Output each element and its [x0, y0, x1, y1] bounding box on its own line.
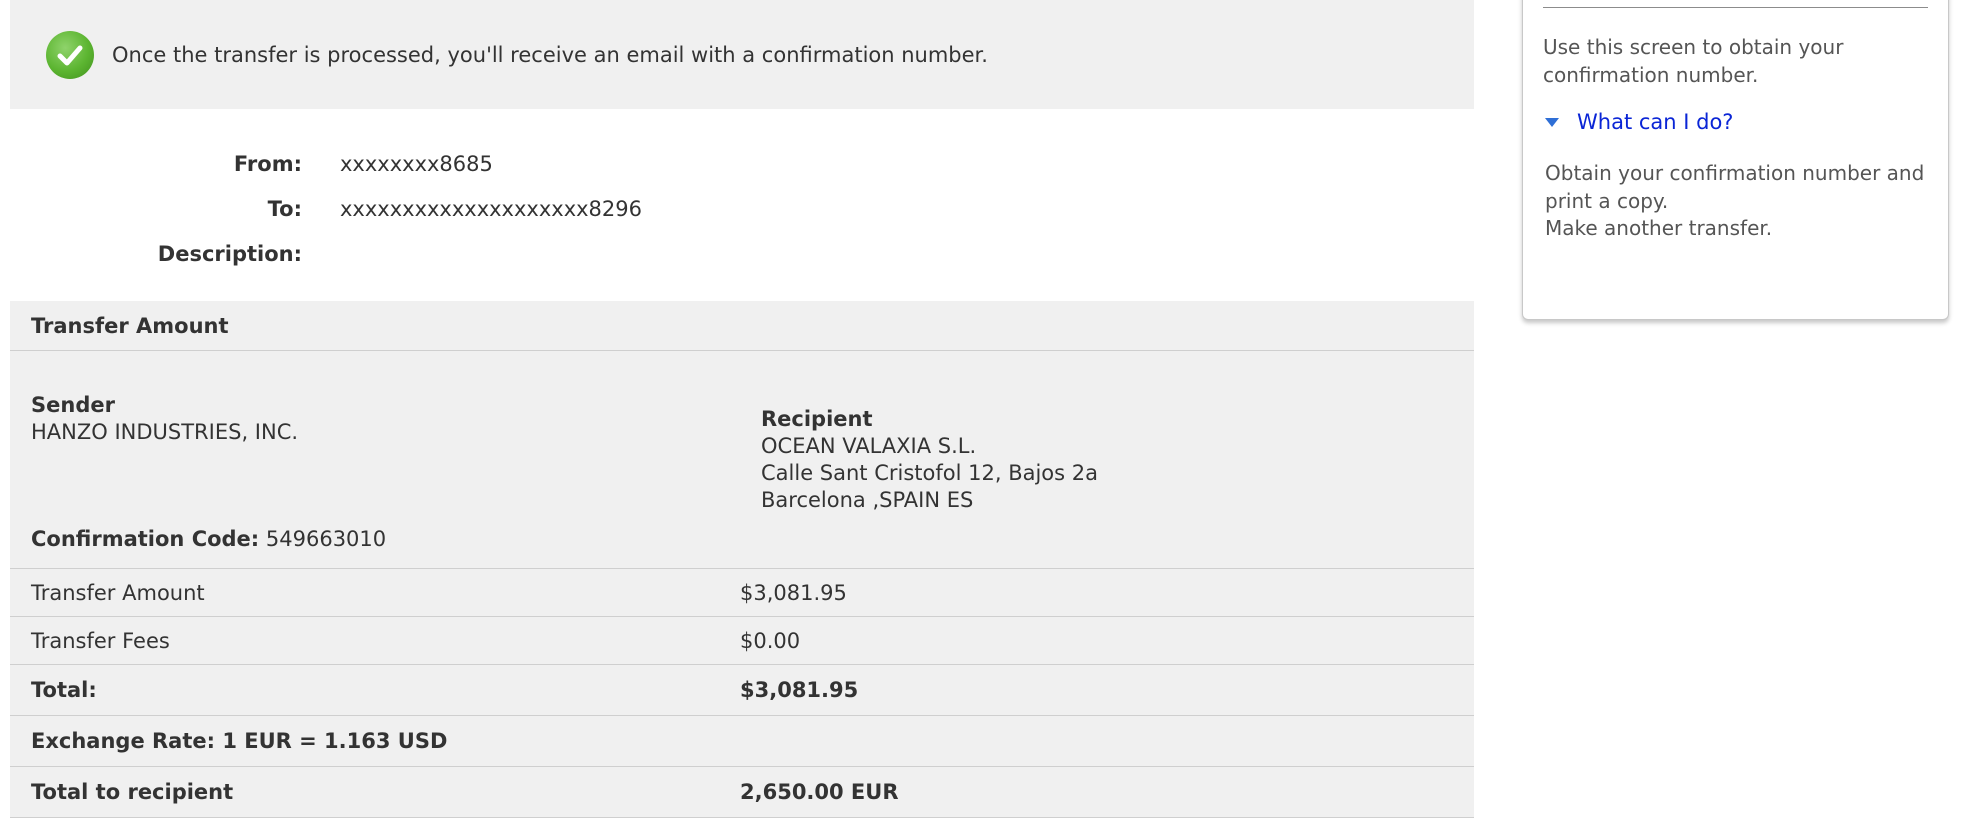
- from-account: xxxxxxxx8685: [340, 151, 493, 176]
- transfer-summary: Transfer Amount Sender HANZO INDUSTRIES,…: [10, 301, 1474, 818]
- description-label: Description:: [157, 241, 302, 266]
- transfer-fees-value: $0.00: [740, 628, 801, 653]
- transfer-fees-label: Transfer Fees: [31, 628, 170, 653]
- exchange-rate-row: Exchange Rate: 1 EUR = 1.163 USD: [10, 716, 1474, 767]
- recipient-address-line1: Calle Sant Cristofol 12, Bajos 2a: [761, 461, 1098, 485]
- transfer-amount-value: $3,081.95: [740, 580, 847, 605]
- help-item-confirmation: Obtain your confirmation number and prin…: [1545, 161, 1925, 213]
- recipient-name: OCEAN VALAXIA S.L.: [761, 434, 977, 458]
- transfer-amount-label: Transfer Amount: [31, 580, 205, 605]
- main-content: Once the transfer is processed, you'll r…: [10, 0, 1474, 818]
- summary-header: Transfer Amount: [10, 301, 1474, 351]
- help-intro: Use this screen to obtain your confirmat…: [1543, 35, 1844, 87]
- total-recipient-row: Total to recipient 2,650.00 EUR: [10, 767, 1474, 818]
- transfer-fields: From: xxxxxxxx8685 To: xxxxxxxxxxxxxxxxx…: [10, 109, 1474, 301]
- from-row: From: xxxxxxxx8685: [10, 141, 1474, 186]
- parties-section: Sender HANZO INDUSTRIES, INC. Recipient …: [10, 351, 1474, 569]
- to-account: xxxxxxxxxxxxxxxxxxxx8296: [340, 196, 642, 221]
- total-recipient-value: 2,650.00 EUR: [740, 780, 899, 804]
- description-row: Description:: [10, 231, 1474, 276]
- help-item-another-transfer: Make another transfer.: [1545, 216, 1773, 240]
- total-row: Total: $3,081.95: [10, 665, 1474, 716]
- confirmation-label: Confirmation Code:: [31, 527, 260, 551]
- success-notice: Once the transfer is processed, you'll r…: [10, 0, 1474, 109]
- total-value: $3,081.95: [740, 678, 859, 702]
- what-can-i-do-toggle[interactable]: What can I do?: [1545, 110, 1733, 134]
- sender-label: Sender: [31, 393, 115, 417]
- transfer-amount-row: Transfer Amount $3,081.95: [10, 569, 1474, 617]
- help-divider: [1543, 7, 1928, 8]
- recipient-block: Recipient OCEAN VALAXIA S.L. Calle Sant …: [761, 406, 1098, 514]
- exchange-rate-label: Exchange Rate: 1 EUR = 1.163 USD: [31, 729, 448, 753]
- triangle-down-icon: [1545, 117, 1559, 127]
- what-can-i-do-label[interactable]: What can I do?: [1577, 110, 1733, 134]
- sender-name: HANZO INDUSTRIES, INC.: [31, 420, 299, 444]
- recipient-label: Recipient: [761, 407, 873, 431]
- recipient-address-line2: Barcelona ,SPAIN ES: [761, 488, 974, 512]
- notice-text: Once the transfer is processed, you'll r…: [112, 42, 988, 67]
- to-row: To: xxxxxxxxxxxxxxxxxxxx8296: [10, 186, 1474, 231]
- confirmation-value: 549663010: [265, 527, 387, 551]
- from-label: From:: [233, 151, 302, 176]
- to-label: To:: [267, 196, 302, 221]
- sender-block: Sender HANZO INDUSTRIES, INC.: [31, 392, 298, 446]
- confirmation-code: Confirmation Code: 549663010: [31, 526, 386, 553]
- help-panel: Use this screen to obtain your confirmat…: [1522, 0, 1949, 320]
- total-recipient-label: Total to recipient: [31, 780, 234, 804]
- checkmark-icon: [46, 30, 94, 79]
- transfer-fees-row: Transfer Fees $0.00: [10, 617, 1474, 665]
- total-label: Total:: [31, 678, 97, 702]
